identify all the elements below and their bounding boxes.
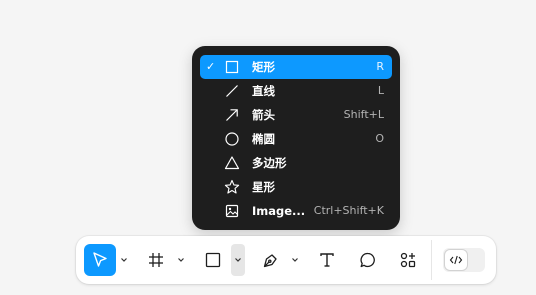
menu-item-line[interactable]: 直线 L: [200, 79, 392, 103]
menu-item-shortcut: Ctrl+Shift+K: [313, 204, 384, 217]
actions-icon: [400, 252, 416, 268]
polygon-icon: [224, 156, 240, 170]
menu-item-image[interactable]: Image... Ctrl+Shift+K: [200, 199, 392, 223]
menu-item-star[interactable]: 星形: [200, 175, 392, 199]
bottom-toolbar: [76, 236, 496, 284]
code-icon: [449, 255, 463, 265]
dev-mode-knob: [445, 250, 467, 270]
star-icon: [224, 179, 240, 194]
text-tool-button[interactable]: [311, 244, 343, 276]
frame-hash-icon: [149, 253, 163, 267]
menu-item-label: 矩形: [252, 60, 275, 74]
check-mark: ✓: [206, 60, 216, 73]
menu-item-label: 直线: [252, 84, 275, 98]
menu-item-label: Image...: [252, 204, 306, 218]
chevron-down-icon: [121, 258, 127, 262]
menu-item-shortcut: Shift+L: [343, 108, 384, 121]
menu-item-shortcut: L: [377, 84, 384, 97]
menu-item-ellipse[interactable]: 椭圆 O: [200, 127, 392, 151]
menu-item-label: 星形: [252, 180, 275, 194]
chevron-down-icon: [292, 258, 298, 262]
toolbar-divider: [431, 240, 432, 280]
pen-icon: [263, 254, 277, 268]
menu-item-rectangle[interactable]: ✓ 矩形 R: [200, 55, 392, 79]
pen-tool-dropdown[interactable]: [288, 244, 302, 276]
comment-icon: [360, 252, 375, 268]
rectangle-icon: [205, 252, 221, 268]
text-icon: [320, 253, 334, 267]
menu-item-shortcut: R: [376, 60, 384, 73]
comment-tool-button[interactable]: [352, 244, 384, 276]
move-tool-dropdown[interactable]: [117, 244, 131, 276]
line-icon: [226, 85, 238, 97]
menu-item-label: 箭头: [252, 108, 275, 122]
shape-tool-button[interactable]: [197, 244, 229, 276]
dev-mode-toggle[interactable]: [443, 248, 485, 272]
pen-tool-button[interactable]: [255, 244, 287, 276]
shape-tools-menu: ✓ 矩形 R 直线 L 箭头 Shift+L 椭圆 O 多边形 星形 Image…: [192, 46, 400, 230]
arrow-icon: [226, 109, 238, 121]
ellipse-icon: [225, 132, 239, 146]
menu-item-arrow[interactable]: 箭头 Shift+L: [200, 103, 392, 127]
rectangle-icon: [225, 60, 239, 74]
menu-item-label: 椭圆: [252, 132, 275, 146]
frame-tool-button[interactable]: [140, 244, 172, 276]
menu-item-label: 多边形: [252, 156, 287, 170]
actions-button[interactable]: [392, 244, 424, 276]
menu-item-shortcut: O: [375, 132, 384, 145]
menu-item-polygon[interactable]: 多边形: [200, 151, 392, 175]
chevron-down-icon: [235, 258, 241, 262]
image-icon: [225, 204, 239, 218]
shape-tool-dropdown[interactable]: [231, 244, 245, 276]
move-tool-button[interactable]: [84, 244, 116, 276]
frame-tool-dropdown[interactable]: [174, 244, 188, 276]
chevron-down-icon: [178, 258, 184, 262]
move-cursor-icon: [93, 252, 107, 267]
